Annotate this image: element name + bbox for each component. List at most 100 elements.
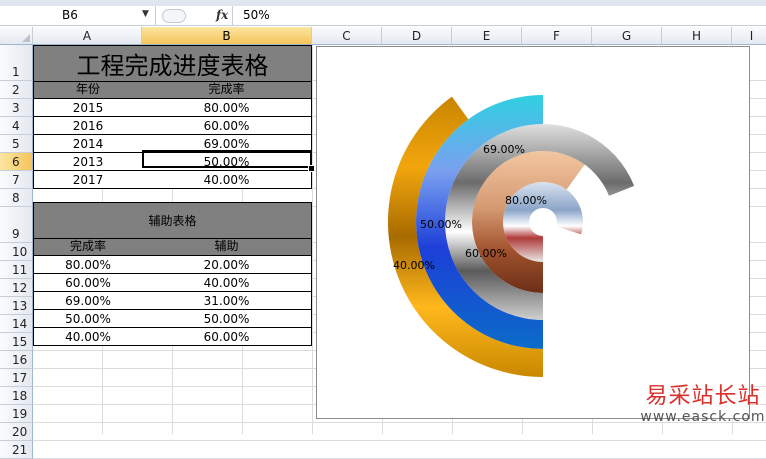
row-header-9[interactable]: 9 (0, 207, 33, 243)
table1-cell-rate[interactable]: 50.00% (142, 153, 312, 171)
row-number: 15 (12, 335, 28, 349)
column-header-a[interactable]: A (33, 27, 142, 45)
formula-value: 50% (243, 8, 270, 22)
row-header-3[interactable]: 3 (0, 99, 33, 117)
row-number: 13 (12, 299, 28, 313)
row-header-7[interactable]: 7 (0, 171, 33, 189)
row-header-5[interactable]: 5 (0, 135, 33, 153)
row-header-21[interactable]: 21 (0, 441, 33, 459)
name-box-value: B6 (62, 8, 78, 22)
column-header-i[interactable]: I (732, 27, 766, 45)
row-number: 2 (12, 83, 20, 97)
table2-cell-aux[interactable]: 50.00% (142, 310, 312, 328)
table1-cell-year[interactable]: 2016 (33, 117, 143, 135)
row-number: 1 (12, 65, 20, 79)
table1-cell-rate[interactable]: 40.00% (142, 171, 312, 189)
row-header-11[interactable]: 11 (0, 261, 33, 279)
doughnut-chart[interactable]: 80.00% 60.00% 69.00% 50.00% 40.00% (316, 46, 750, 419)
row-number: 7 (12, 173, 20, 187)
row-number: 21 (12, 443, 28, 457)
chevron-down-icon[interactable]: ▼ (142, 9, 149, 19)
table2-cell-rate[interactable]: 40.00% (33, 328, 143, 346)
column-header-g[interactable]: G (592, 27, 662, 45)
row-number: 19 (12, 407, 28, 421)
row-number: 14 (12, 317, 28, 331)
table1-cell-year[interactable]: 2017 (33, 171, 143, 189)
row-header-15[interactable]: 15 (0, 333, 33, 351)
formula-bar: B6 ▼ fx 50% (0, 6, 766, 26)
collapse-handle-icon[interactable] (162, 9, 186, 23)
formula-input[interactable]: 50% (232, 6, 766, 25)
fill-handle[interactable] (308, 165, 315, 172)
insert-function-icon[interactable]: fx (216, 8, 228, 22)
table1-cell-rate[interactable]: 80.00% (142, 99, 312, 117)
column-header-f[interactable]: F (522, 27, 592, 45)
row-header-14[interactable]: 14 (0, 315, 33, 333)
column-header-b[interactable]: B (142, 27, 312, 45)
ring-data-label: 40.00% (393, 259, 435, 272)
table2-cell-aux[interactable]: 31.00% (142, 292, 312, 310)
table2-cell-aux[interactable]: 40.00% (142, 274, 312, 292)
ring-data-label: 69.00% (483, 143, 525, 156)
row-header-10[interactable]: 10 (0, 243, 33, 261)
table2-header-rate[interactable]: 完成率 (33, 238, 143, 256)
row-number: 4 (12, 119, 20, 133)
table1-cell-rate[interactable]: 69.00% (142, 135, 312, 153)
table2-cell-aux[interactable]: 20.00% (142, 256, 312, 274)
watermark-text: 易采站长站 (645, 384, 761, 409)
watermark-url: www.easck.com (640, 409, 766, 425)
table1-header-rate[interactable]: 完成率 (142, 81, 312, 99)
table2-cell-rate[interactable]: 80.00% (33, 256, 143, 274)
row-header-12[interactable]: 12 (0, 279, 33, 297)
row-number: 3 (12, 101, 20, 115)
table2-header-aux[interactable]: 辅助 (142, 238, 312, 256)
row-header-2[interactable]: 2 (0, 81, 33, 99)
column-header-h[interactable]: H (662, 27, 732, 45)
row-header-19[interactable]: 19 (0, 405, 33, 423)
row-number: 10 (12, 245, 28, 259)
select-all-button[interactable] (0, 27, 33, 45)
row-number: 16 (12, 353, 28, 367)
row-number: 9 (12, 227, 20, 241)
grid-line (33, 440, 766, 441)
row-header-18[interactable]: 18 (0, 387, 33, 405)
row-header-20[interactable]: 20 (0, 423, 33, 441)
ring-data-label: 60.00% (465, 247, 507, 260)
table2-cell-rate[interactable]: 50.00% (33, 310, 143, 328)
table2-cell-rate[interactable]: 60.00% (33, 274, 143, 292)
table1-cell-year[interactable]: 2015 (33, 99, 143, 117)
row-number: 12 (12, 281, 28, 295)
column-header-d[interactable]: D (382, 27, 452, 45)
row-number: 5 (12, 137, 20, 151)
row-number: 6 (12, 155, 20, 169)
row-number: 20 (12, 425, 28, 439)
column-header-c[interactable]: C (312, 27, 382, 45)
row-number: 18 (12, 389, 28, 403)
table2-title[interactable]: 辅助表格 (33, 202, 312, 238)
table2-cell-rate[interactable]: 69.00% (33, 292, 143, 310)
column-header-e[interactable]: E (452, 27, 522, 45)
table2-cell-aux[interactable]: 60.00% (142, 328, 312, 346)
row-header-17[interactable]: 17 (0, 369, 33, 387)
table1-cell-rate[interactable]: 60.00% (142, 117, 312, 135)
table1-title[interactable]: 工程完成进度表格 (33, 45, 312, 81)
formula-tools: fx (158, 7, 230, 24)
chart-canvas: 80.00% 60.00% 69.00% 50.00% 40.00% (388, 95, 635, 378)
row-header-4[interactable]: 4 (0, 117, 33, 135)
row-header-6[interactable]: 6 (0, 153, 33, 171)
row-header-13[interactable]: 13 (0, 297, 33, 315)
name-box[interactable]: B6 ▼ (0, 6, 156, 25)
row-header-8[interactable]: 8 (0, 189, 33, 207)
ring-data-label: 80.00% (505, 194, 547, 207)
select-all-icon (22, 34, 30, 42)
watermark: 易采站长站 www.easck.com (640, 378, 766, 434)
table1-cell-year[interactable]: 2013 (33, 153, 143, 171)
table1-header-year[interactable]: 年份 (33, 81, 143, 99)
row-number: 11 (12, 263, 28, 277)
row-number: 8 (12, 191, 20, 205)
row-header-1[interactable]: 1 (0, 45, 33, 81)
ring-data-label: 50.00% (420, 218, 462, 231)
table1-cell-year[interactable]: 2014 (33, 135, 143, 153)
row-number: 17 (12, 371, 28, 385)
row-header-16[interactable]: 16 (0, 351, 33, 369)
